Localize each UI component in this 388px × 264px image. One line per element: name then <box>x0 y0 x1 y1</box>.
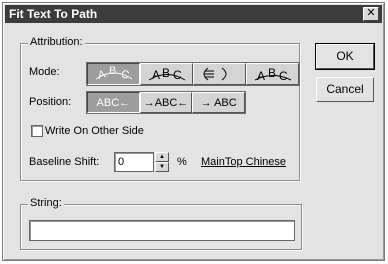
svg-text:B: B <box>162 66 170 80</box>
position-end-button[interactable]: → ABC <box>192 92 246 113</box>
position-center-label: →ABC← <box>143 96 189 109</box>
mode-button-strip: A B C A B C A B C <box>86 62 300 86</box>
svg-text:B: B <box>268 66 276 80</box>
cancel-button[interactable]: Cancel <box>316 77 374 102</box>
ok-button[interactable]: OK <box>315 43 375 70</box>
write-other-side-label[interactable]: Write On Other Side <box>45 125 144 137</box>
baseline-shift-input[interactable]: 0 <box>114 152 154 172</box>
mode-upright-button[interactable]: A B C <box>246 63 299 85</box>
text-on-path-horizontal-skew-icon <box>203 67 226 81</box>
text-on-path-vertical-skew-icon: A B C <box>148 66 185 82</box>
svg-text:A: A <box>257 69 265 83</box>
text-on-path-rotate-icon: A B C <box>95 65 132 82</box>
svg-text:B: B <box>109 65 116 77</box>
dialog-title: Fit Text To Path <box>9 7 98 21</box>
close-icon: ✕ <box>366 7 376 19</box>
svg-text:A: A <box>96 68 107 82</box>
position-button-strip: ABC← →ABC← → ABC <box>86 91 246 114</box>
baseline-shift-label: Baseline Shift: <box>29 156 100 168</box>
svg-text:C: C <box>173 68 182 82</box>
position-center-button[interactable]: →ABC← <box>139 92 193 113</box>
spin-down-button[interactable]: ▼ <box>155 162 169 172</box>
svg-text:C: C <box>279 69 288 83</box>
position-start-label: ABC← <box>96 96 131 109</box>
text-on-path-upright-icon: A B C <box>254 66 291 83</box>
baseline-shift-unit: % <box>177 156 187 168</box>
baseline-shift-spinner: ▲ ▼ <box>155 152 169 172</box>
position-label: Position: <box>29 96 72 108</box>
position-end-label: → ABC <box>200 96 237 109</box>
mode-vertical-skew-button[interactable]: A B C <box>140 63 193 85</box>
string-group-label: String: <box>28 197 64 209</box>
position-start-button[interactable]: ABC← <box>87 92 140 113</box>
mode-label: Mode: <box>29 66 60 78</box>
svg-text:C: C <box>119 68 130 82</box>
mode-horizontal-skew-button[interactable] <box>193 63 246 85</box>
mode-rotate-button[interactable]: A B C <box>87 63 140 85</box>
svg-text:A: A <box>152 68 160 82</box>
write-other-side-checkbox[interactable] <box>31 125 43 137</box>
close-button[interactable]: ✕ <box>363 7 379 21</box>
font-name-link[interactable]: MainTop Chinese <box>201 156 286 168</box>
attribution-group-label: Attribution: <box>28 36 85 48</box>
title-bar[interactable]: Fit Text To Path ✕ <box>5 5 382 23</box>
string-input[interactable] <box>29 220 295 241</box>
spin-up-button[interactable]: ▲ <box>155 152 169 162</box>
